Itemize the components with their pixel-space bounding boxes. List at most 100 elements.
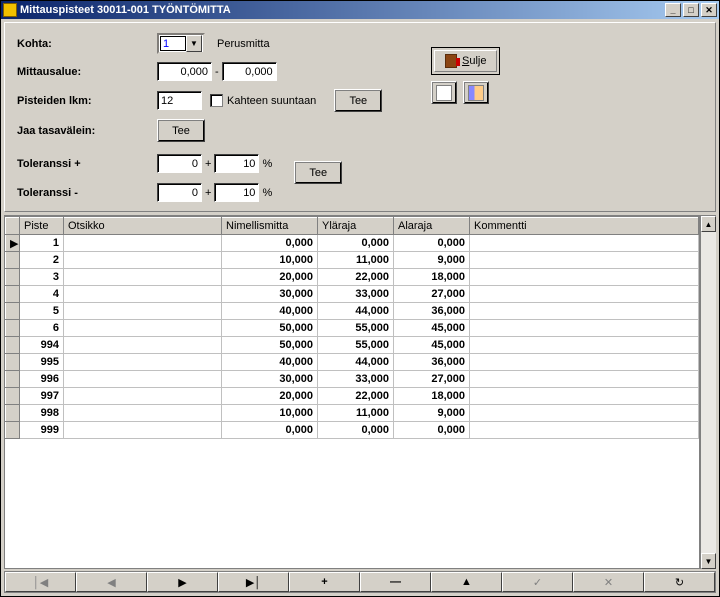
cell-nimellis[interactable]: 50,000 xyxy=(222,337,318,354)
tee-button-1[interactable]: Tee xyxy=(334,89,382,112)
cell-alaraja[interactable]: 45,000 xyxy=(394,320,470,337)
cell-alaraja[interactable]: 0,000 xyxy=(394,235,470,252)
cell-alaraja[interactable]: 0,000 xyxy=(394,422,470,439)
cell-alaraja[interactable]: 27,000 xyxy=(394,371,470,388)
cell-otsikko[interactable] xyxy=(64,235,222,252)
cell-otsikko[interactable] xyxy=(64,269,222,286)
cell-nimellis[interactable]: 0,000 xyxy=(222,422,318,439)
cell-ylaraja[interactable]: 33,000 xyxy=(318,286,394,303)
cell-alaraja[interactable]: 9,000 xyxy=(394,252,470,269)
row-indicator[interactable] xyxy=(6,269,20,286)
row-indicator[interactable] xyxy=(6,320,20,337)
col-otsikko[interactable]: Otsikko xyxy=(64,218,222,235)
cell-otsikko[interactable] xyxy=(64,286,222,303)
cell-nimellis[interactable]: 50,000 xyxy=(222,320,318,337)
table-row[interactable]: 540,00044,00036,000 xyxy=(6,303,699,320)
cell-ylaraja[interactable]: 22,000 xyxy=(318,388,394,405)
cell-piste[interactable]: 2 xyxy=(20,252,64,269)
cell-kommentti[interactable] xyxy=(470,235,699,252)
row-indicator[interactable] xyxy=(6,405,20,422)
row-indicator[interactable] xyxy=(6,354,20,371)
cell-piste[interactable]: 4 xyxy=(20,286,64,303)
cell-ylaraja[interactable]: 44,000 xyxy=(318,303,394,320)
cell-otsikko[interactable] xyxy=(64,371,222,388)
cell-kommentti[interactable] xyxy=(470,371,699,388)
range-to-input[interactable] xyxy=(222,62,277,81)
cell-otsikko[interactable] xyxy=(64,388,222,405)
layout-options-button[interactable] xyxy=(463,81,489,104)
row-indicator[interactable]: ▶ xyxy=(6,235,20,252)
row-indicator[interactable] xyxy=(6,337,20,354)
cell-piste[interactable]: 999 xyxy=(20,422,64,439)
cell-ylaraja[interactable]: 44,000 xyxy=(318,354,394,371)
cell-kommentti[interactable] xyxy=(470,337,699,354)
cell-nimellis[interactable]: 20,000 xyxy=(222,388,318,405)
scroll-down-icon[interactable]: ▼ xyxy=(701,553,716,569)
row-indicator[interactable] xyxy=(6,252,20,269)
cell-alaraja[interactable]: 18,000 xyxy=(394,388,470,405)
table-row[interactable]: 9990,0000,0000,000 xyxy=(6,422,699,439)
cell-nimellis[interactable]: 10,000 xyxy=(222,252,318,269)
nav-first-button[interactable]: │◀ xyxy=(5,572,76,592)
cell-piste[interactable]: 995 xyxy=(20,354,64,371)
range-from-input[interactable] xyxy=(157,62,212,81)
cell-otsikko[interactable] xyxy=(64,252,222,269)
grid-options-button[interactable] xyxy=(431,81,457,104)
cell-ylaraja[interactable]: 33,000 xyxy=(318,371,394,388)
cell-otsikko[interactable] xyxy=(64,303,222,320)
cell-kommentti[interactable] xyxy=(470,303,699,320)
table-row[interactable]: 995 40,00044,00036,000 xyxy=(6,354,699,371)
cell-ylaraja[interactable]: 11,000 xyxy=(318,252,394,269)
cell-nimellis[interactable]: 20,000 xyxy=(222,269,318,286)
cell-ylaraja[interactable]: 0,000 xyxy=(318,235,394,252)
cell-otsikko[interactable] xyxy=(64,422,222,439)
cell-otsikko[interactable] xyxy=(64,354,222,371)
cell-nimellis[interactable]: 40,000 xyxy=(222,354,318,371)
cell-kommentti[interactable] xyxy=(470,320,699,337)
cell-kommentti[interactable] xyxy=(470,405,699,422)
cell-alaraja[interactable]: 36,000 xyxy=(394,354,470,371)
nav-prev-button[interactable]: ◀ xyxy=(76,572,147,592)
cell-kommentti[interactable] xyxy=(470,252,699,269)
dropdown-arrow-icon[interactable]: ▼ xyxy=(186,35,202,52)
row-indicator[interactable] xyxy=(6,286,20,303)
kohta-value[interactable] xyxy=(160,36,186,51)
cell-otsikko[interactable] xyxy=(64,405,222,422)
table-row[interactable]: 99720,00022,00018,000 xyxy=(6,388,699,405)
cell-alaraja[interactable]: 45,000 xyxy=(394,337,470,354)
table-row[interactable]: 99810,00011,0009,000 xyxy=(6,405,699,422)
cell-kommentti[interactable] xyxy=(470,422,699,439)
cell-kommentti[interactable] xyxy=(470,388,699,405)
cell-kommentti[interactable] xyxy=(470,269,699,286)
cell-kommentti[interactable] xyxy=(470,286,699,303)
cell-ylaraja[interactable]: 0,000 xyxy=(318,422,394,439)
cell-ylaraja[interactable]: 22,000 xyxy=(318,269,394,286)
cell-alaraja[interactable]: 18,000 xyxy=(394,269,470,286)
cell-ylaraja[interactable]: 55,000 xyxy=(318,337,394,354)
kahteen-checkbox[interactable] xyxy=(210,94,223,107)
vertical-scrollbar[interactable]: ▲ ▼ xyxy=(700,216,716,569)
table-row[interactable]: ▶10,0000,0000,000 xyxy=(6,235,699,252)
cell-kommentti[interactable] xyxy=(470,354,699,371)
col-nimellis[interactable]: Nimellismitta xyxy=(222,218,318,235)
table-row[interactable]: 650,00055,00045,000 xyxy=(6,320,699,337)
cell-nimellis[interactable]: 0,000 xyxy=(222,235,318,252)
close-window-button[interactable]: ✕ xyxy=(701,3,717,17)
scroll-track[interactable] xyxy=(701,232,716,553)
row-indicator[interactable] xyxy=(6,422,20,439)
tolp-b-input[interactable] xyxy=(214,154,259,173)
cell-piste[interactable]: 1 xyxy=(20,235,64,252)
tolm-a-input[interactable] xyxy=(157,183,202,202)
nav-last-button[interactable]: ▶│ xyxy=(218,572,289,592)
cell-alaraja[interactable]: 36,000 xyxy=(394,303,470,320)
table-row[interactable]: 430,00033,00027,000 xyxy=(6,286,699,303)
cell-nimellis[interactable]: 30,000 xyxy=(222,371,318,388)
cell-otsikko[interactable] xyxy=(64,337,222,354)
cell-piste[interactable]: 6 xyxy=(20,320,64,337)
col-ylaraja[interactable]: Yläraja xyxy=(318,218,394,235)
cell-piste[interactable]: 998 xyxy=(20,405,64,422)
cell-ylaraja[interactable]: 11,000 xyxy=(318,405,394,422)
minimize-button[interactable]: _ xyxy=(665,3,681,17)
table-row[interactable]: 99450,00055,00045,000 xyxy=(6,337,699,354)
cell-nimellis[interactable]: 30,000 xyxy=(222,286,318,303)
